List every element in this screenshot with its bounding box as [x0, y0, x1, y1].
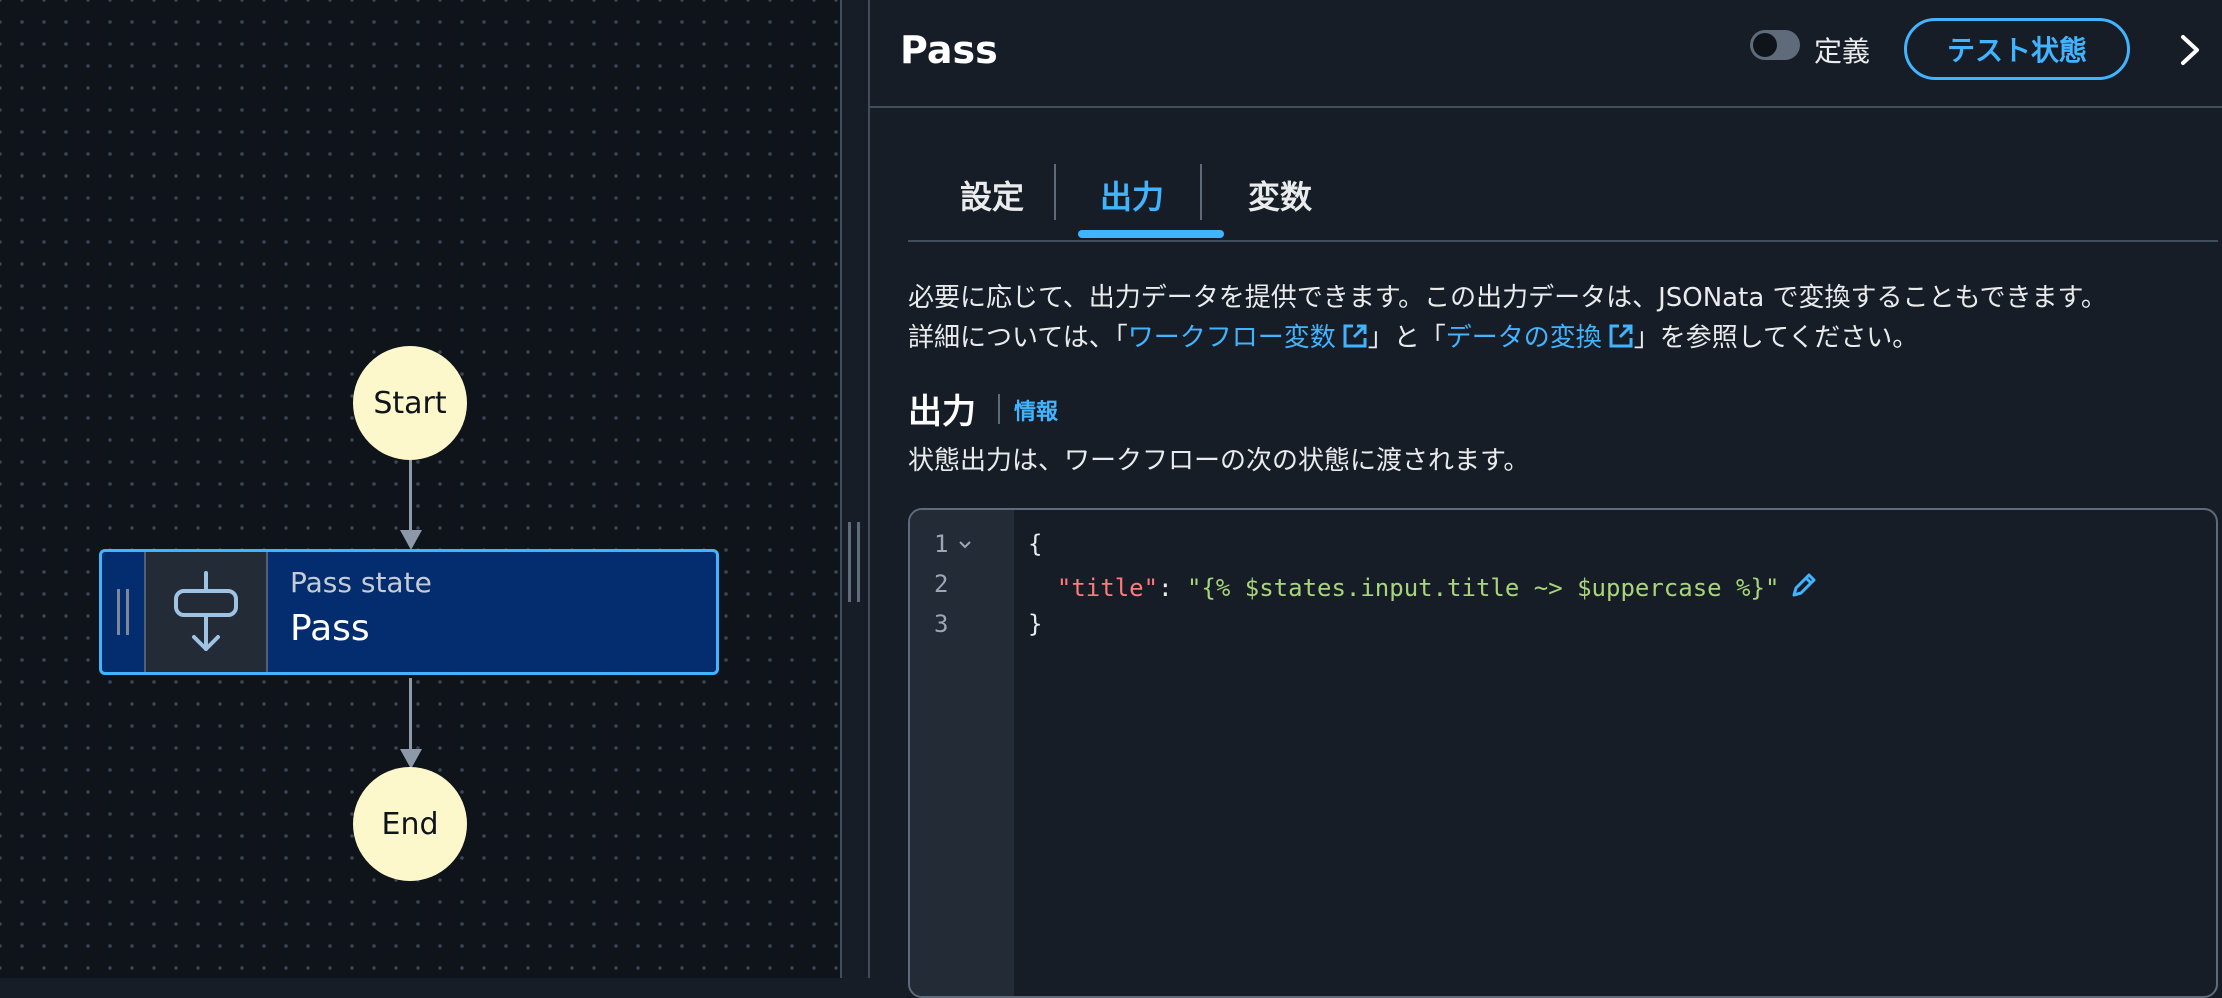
line-number: 3 — [934, 610, 949, 638]
connector-pass-end — [409, 678, 412, 755]
output-help-text: 状態出力は、ワークフローの次の状態に渡されます。 — [908, 446, 1530, 476]
output-heading: 出力 — [908, 392, 976, 432]
end-label: End — [381, 806, 439, 842]
description-text: 」と「 — [1367, 323, 1446, 353]
description-text: 」を参照してください。 — [1633, 323, 1919, 353]
json-value: "{% $states.input.title ~> $uppercase %}… — [1186, 574, 1780, 602]
panel-header: Pass 定義 テスト状態 — [870, 0, 2222, 108]
line-number-gutter: 1 2 3 — [910, 510, 1014, 996]
pencil-icon[interactable] — [1789, 570, 1819, 600]
resize-grip-icon[interactable] — [848, 522, 860, 602]
workflow-canvas[interactable]: Start Pass state Pass End — [0, 0, 840, 978]
output-description-text: 必要に応じて、出力データを提供できます。この出力データは、JSONata で変換… — [908, 278, 2218, 358]
toggle-knob — [1753, 33, 1777, 57]
fold-chevron-icon[interactable] — [958, 540, 972, 550]
json-key: "title" — [1056, 574, 1159, 602]
tab-bar: 設定 出力 変数 — [908, 150, 2218, 242]
description-line-1: 必要に応じて、出力データを提供できます。この出力データは、JSONata で変換… — [908, 283, 2107, 313]
connector-start-pass — [409, 460, 412, 536]
test-state-button[interactable]: テスト状態 — [1904, 18, 2130, 80]
arrowhead-icon — [400, 749, 422, 769]
external-link-icon — [1343, 324, 1367, 348]
arrowhead-icon — [400, 530, 422, 550]
node-type-label: Pass state — [290, 566, 432, 599]
output-code-editor[interactable]: 1 2 3 { "title": "{% $states.input.title… — [908, 508, 2218, 998]
definition-toggle[interactable] — [1750, 30, 1800, 60]
description-text: 詳細については、「 — [908, 323, 1128, 353]
pass-state-icon — [146, 552, 268, 672]
code-line-2: "title": "{% $states.input.title ~> $upp… — [1028, 570, 1819, 602]
tab-divider — [1054, 164, 1056, 220]
start-node: Start — [353, 346, 467, 460]
pass-state-node[interactable]: Pass state Pass — [99, 549, 719, 675]
tab-output[interactable]: 出力 — [1100, 172, 1164, 218]
code-line-1: { — [1028, 530, 1043, 558]
heading-divider — [998, 394, 1000, 424]
start-label: Start — [373, 385, 447, 421]
tab-divider — [1200, 164, 1202, 220]
tab-variables[interactable]: 変数 — [1248, 172, 1312, 218]
line-number: 1 — [934, 530, 949, 558]
code-line-3: } — [1028, 610, 1043, 638]
panel-title: Pass — [900, 28, 998, 72]
drag-handle[interactable] — [102, 552, 146, 672]
chevron-right-icon — [2181, 35, 2199, 65]
workflow-variables-link[interactable]: ワークフロー変数 — [1128, 323, 1368, 353]
data-transform-link[interactable]: データの変換 — [1446, 323, 1634, 353]
end-node: End — [353, 767, 467, 881]
link-label: ワークフロー変数 — [1127, 323, 1336, 353]
collapse-panel-button[interactable] — [2170, 28, 2210, 72]
line-number: 2 — [934, 570, 949, 598]
tab-settings[interactable]: 設定 — [960, 172, 1024, 218]
description-line-2: 詳細については、「ワークフロー変数 」と「データの変換 」を参照してください。 — [908, 318, 2218, 358]
active-tab-indicator — [1078, 230, 1224, 238]
info-link[interactable]: 情報 — [1014, 394, 1058, 426]
link-label: データの変換 — [1445, 323, 1602, 353]
inspector-panel: Pass 定義 テスト状態 設定 出力 変数 必要に応じて、出力データを提供でき… — [870, 0, 2222, 998]
json-colon: : — [1158, 574, 1187, 602]
node-name-label: Pass — [290, 608, 370, 649]
external-link-icon — [1609, 324, 1633, 348]
panel-resize-divider[interactable] — [840, 0, 870, 978]
definition-toggle-label: 定義 — [1814, 35, 1871, 68]
